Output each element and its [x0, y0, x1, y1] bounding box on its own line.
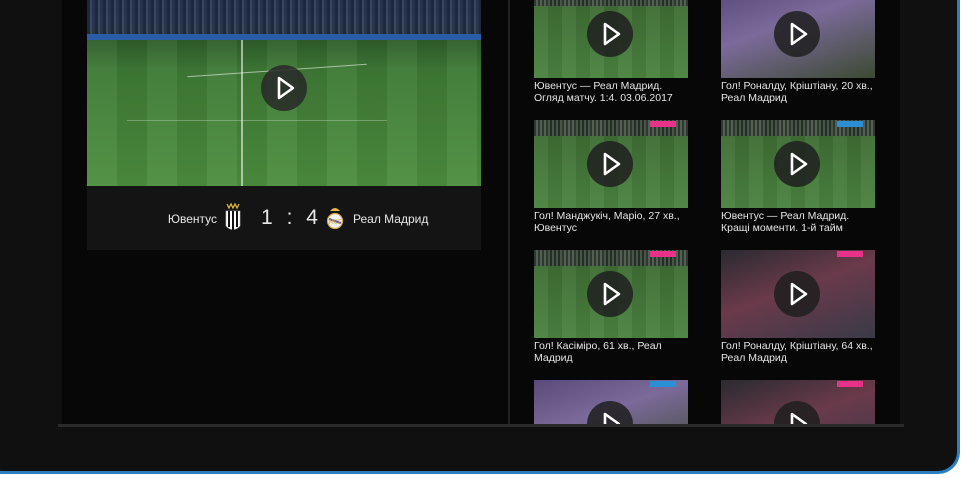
play-icon	[790, 152, 808, 176]
video-thumbnail[interactable]	[721, 0, 875, 78]
video-frame[interactable]	[87, 0, 481, 186]
play-icon	[790, 282, 808, 306]
stadium-crowd	[87, 0, 481, 38]
related-video-card[interactable]: Ювентус — Реал Мадрид. Кращі моменти. 1-…	[721, 120, 875, 234]
video-title[interactable]: Гол! Роналду, Кріштіану, 20 хв., Реал Ма…	[721, 80, 875, 104]
video-thumbnail[interactable]	[534, 380, 688, 424]
play-button[interactable]	[587, 141, 633, 187]
play-button[interactable]	[587, 11, 633, 57]
play-icon	[790, 412, 808, 424]
play-button[interactable]	[261, 65, 307, 111]
score-separator: :	[286, 206, 294, 229]
category-badge	[650, 251, 676, 257]
video-thumbnail[interactable]	[721, 120, 875, 208]
play-button[interactable]	[774, 141, 820, 187]
play-button[interactable]	[774, 401, 820, 424]
related-video-card[interactable]	[534, 380, 688, 424]
scoreboard: Ювентус 1 : 4 MCF Реал Мадрид	[87, 186, 481, 250]
play-button[interactable]	[587, 271, 633, 317]
home-team-name: Ювентус	[167, 212, 217, 226]
video-title[interactable]: Гол! Касіміро, 61 хв., Реал Мадрид	[534, 340, 688, 364]
video-title[interactable]: Гол! Манджукіч, Маріо, 27 хв., Ювентус	[534, 210, 688, 234]
video-thumbnail[interactable]	[534, 120, 688, 208]
video-thumbnail[interactable]	[721, 380, 875, 424]
pitch-line	[241, 40, 243, 186]
related-video-card[interactable]: Гол! Касіміро, 61 хв., Реал Мадрид	[534, 250, 688, 364]
category-badge	[650, 381, 676, 387]
pitch	[87, 40, 481, 186]
away-team-name: Реал Мадрид	[353, 212, 429, 226]
juventus-crest-icon	[225, 202, 241, 230]
panel-divider	[508, 0, 510, 424]
related-video-card[interactable]: Гол! Манджукіч, Маріо, 27 хв., Ювентус	[534, 120, 688, 234]
play-icon	[603, 22, 621, 46]
category-badge	[837, 381, 863, 387]
play-button[interactable]	[587, 401, 633, 424]
play-icon	[603, 282, 621, 306]
category-badge	[837, 121, 863, 127]
video-title[interactable]: Гол! Роналду, Кріштіану, 64 хв., Реал Ма…	[721, 340, 875, 364]
related-video-card[interactable]: Гол! Роналду, Кріштіану, 64 хв., Реал Ма…	[721, 250, 875, 364]
screen-edge	[58, 424, 904, 427]
home-score: 1	[261, 206, 274, 229]
related-video-card[interactable]: Ювентус — Реал Мадрид. Огляд матчу. 1:4.…	[534, 0, 688, 104]
video-thumbnail[interactable]	[721, 250, 875, 338]
real-madrid-crest-icon: MCF	[326, 208, 344, 230]
play-icon	[277, 76, 295, 100]
play-button[interactable]	[774, 11, 820, 57]
video-thumbnail[interactable]	[534, 0, 688, 78]
related-video-card[interactable]: Гол! Роналду, Кріштіану, 20 хв., Реал Ма…	[721, 0, 875, 104]
category-badge	[650, 121, 676, 127]
match-score: 1 : 4	[259, 206, 321, 230]
video-title[interactable]: Ювентус — Реал Мадрид. Кращі моменти. 1-…	[721, 210, 875, 234]
video-thumbnail[interactable]	[534, 250, 688, 338]
svg-text:MCF: MCF	[329, 219, 342, 226]
play-button[interactable]	[774, 271, 820, 317]
play-icon	[790, 22, 808, 46]
play-icon	[603, 412, 621, 424]
related-video-card[interactable]	[721, 380, 875, 424]
video-title[interactable]: Ювентус — Реал Мадрид. Огляд матчу. 1:4.…	[534, 80, 688, 104]
play-icon	[603, 152, 621, 176]
pitch-line	[127, 120, 387, 121]
away-score: 4	[306, 206, 319, 229]
category-badge	[837, 251, 863, 257]
main-video-player[interactable]: Ювентус 1 : 4 MCF Реал Мадрид	[87, 0, 481, 250]
